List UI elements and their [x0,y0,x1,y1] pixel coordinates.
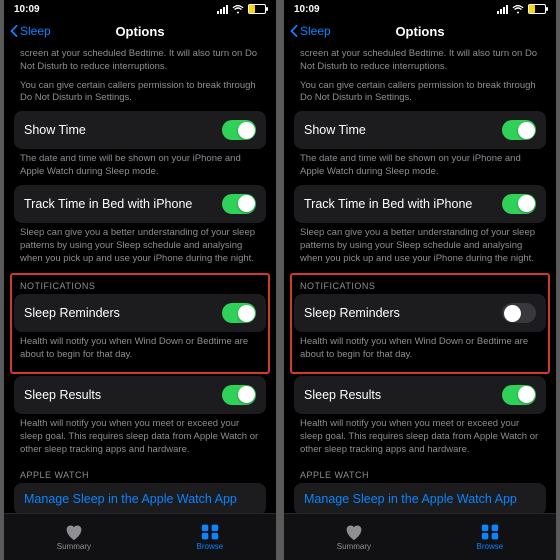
nav-title: Options [395,24,444,39]
sleep-reminders-label: Sleep Reminders [304,306,400,320]
back-label: Sleep [20,24,51,38]
tab-bar: Summary Browse [284,513,556,560]
tab-browse-label: Browse [197,542,224,551]
track-time-footer: Sleep can give you a better understandin… [294,223,546,271]
show-time-label: Show Time [24,123,86,137]
manage-sleep-link[interactable]: Manage Sleep in the Apple Watch App [14,483,266,513]
manage-sleep-label: Manage Sleep in the Apple Watch App [304,492,517,506]
manage-sleep-label: Manage Sleep in the Apple Watch App [24,492,237,506]
wifi-icon [232,5,244,14]
nav-title: Options [115,24,164,39]
notifications-header: NOTIFICATIONS [294,277,546,294]
chevron-left-icon [10,25,18,37]
track-time-toggle[interactable] [502,194,536,214]
back-label: Sleep [300,24,331,38]
heart-icon [344,523,364,541]
tab-summary[interactable]: Summary [337,523,371,551]
heart-icon [64,523,84,541]
track-time-row: Track Time in Bed with iPhone [294,185,546,223]
show-time-row: Show Time [14,111,266,149]
tab-browse[interactable]: Browse [197,523,224,551]
sleep-results-label: Sleep Results [304,388,381,402]
sleep-results-footer: Health will notify you when you meet or … [14,414,266,462]
status-bar: 10:09 [284,0,556,18]
intro-text-2: You can give certain callers permission … [14,80,266,112]
nav-bar: Sleep Options [4,18,276,44]
status-indicators [497,4,546,14]
status-time: 10:09 [14,4,40,15]
show-time-footer: The date and time will be shown on your … [14,149,266,185]
sleep-results-label: Sleep Results [24,388,101,402]
tab-summary[interactable]: Summary [57,523,91,551]
track-time-footer: Sleep can give you a better understandin… [14,223,266,271]
sleep-reminders-footer: Health will notify you when Wind Down or… [14,332,266,368]
highlight-box: NOTIFICATIONS Sleep Reminders Health wil… [290,273,550,374]
manage-sleep-link[interactable]: Manage Sleep in the Apple Watch App [294,483,546,513]
grid-icon [480,523,500,541]
sleep-results-toggle[interactable] [222,385,256,405]
intro-text-1: screen at your scheduled Bedtime. It wil… [294,44,546,80]
apple-watch-header: APPLE WATCH [294,462,546,483]
tab-browse-label: Browse [477,542,504,551]
sleep-results-toggle[interactable] [502,385,536,405]
intro-text-2: You can give certain callers permission … [294,80,546,112]
highlight-box: NOTIFICATIONS Sleep Reminders Health wil… [10,273,270,374]
battery-icon [248,4,266,14]
scroll-content[interactable]: screen at your scheduled Bedtime. It wil… [4,44,276,513]
sleep-results-row: Sleep Results [14,376,266,414]
status-indicators [217,4,266,14]
show-time-label: Show Time [304,123,366,137]
show-time-toggle[interactable] [502,120,536,140]
phone-left: 10:09 Sleep Options screen at your sched… [4,0,276,560]
tab-summary-label: Summary [337,542,371,551]
wifi-icon [512,5,524,14]
sleep-reminders-footer: Health will notify you when Wind Down or… [294,332,546,368]
show-time-toggle[interactable] [222,120,256,140]
status-time: 10:09 [294,4,320,15]
sleep-results-footer: Health will notify you when you meet or … [294,414,546,462]
intro-text-1: screen at your scheduled Bedtime. It wil… [14,44,266,80]
sleep-results-row: Sleep Results [294,376,546,414]
sleep-reminders-label: Sleep Reminders [24,306,120,320]
track-time-row: Track Time in Bed with iPhone [14,185,266,223]
apple-watch-header: APPLE WATCH [14,462,266,483]
signal-icon [217,5,228,14]
sleep-reminders-toggle[interactable] [502,303,536,323]
back-button[interactable]: Sleep [10,24,51,38]
signal-icon [497,5,508,14]
track-time-toggle[interactable] [222,194,256,214]
chevron-left-icon [290,25,298,37]
notifications-header: NOTIFICATIONS [14,277,266,294]
track-time-label: Track Time in Bed with iPhone [304,197,472,211]
track-time-label: Track Time in Bed with iPhone [24,197,192,211]
grid-icon [200,523,220,541]
tab-bar: Summary Browse [4,513,276,560]
nav-bar: Sleep Options [284,18,556,44]
sleep-reminders-toggle[interactable] [222,303,256,323]
back-button[interactable]: Sleep [290,24,331,38]
scroll-content[interactable]: screen at your scheduled Bedtime. It wil… [284,44,556,513]
sleep-reminders-row: Sleep Reminders [294,294,546,332]
tab-summary-label: Summary [57,542,91,551]
status-bar: 10:09 [4,0,276,18]
battery-icon [528,4,546,14]
tab-browse[interactable]: Browse [477,523,504,551]
sleep-reminders-row: Sleep Reminders [14,294,266,332]
show-time-footer: The date and time will be shown on your … [294,149,546,185]
phone-right: 10:09 Sleep Options screen at your sched… [284,0,556,560]
show-time-row: Show Time [294,111,546,149]
